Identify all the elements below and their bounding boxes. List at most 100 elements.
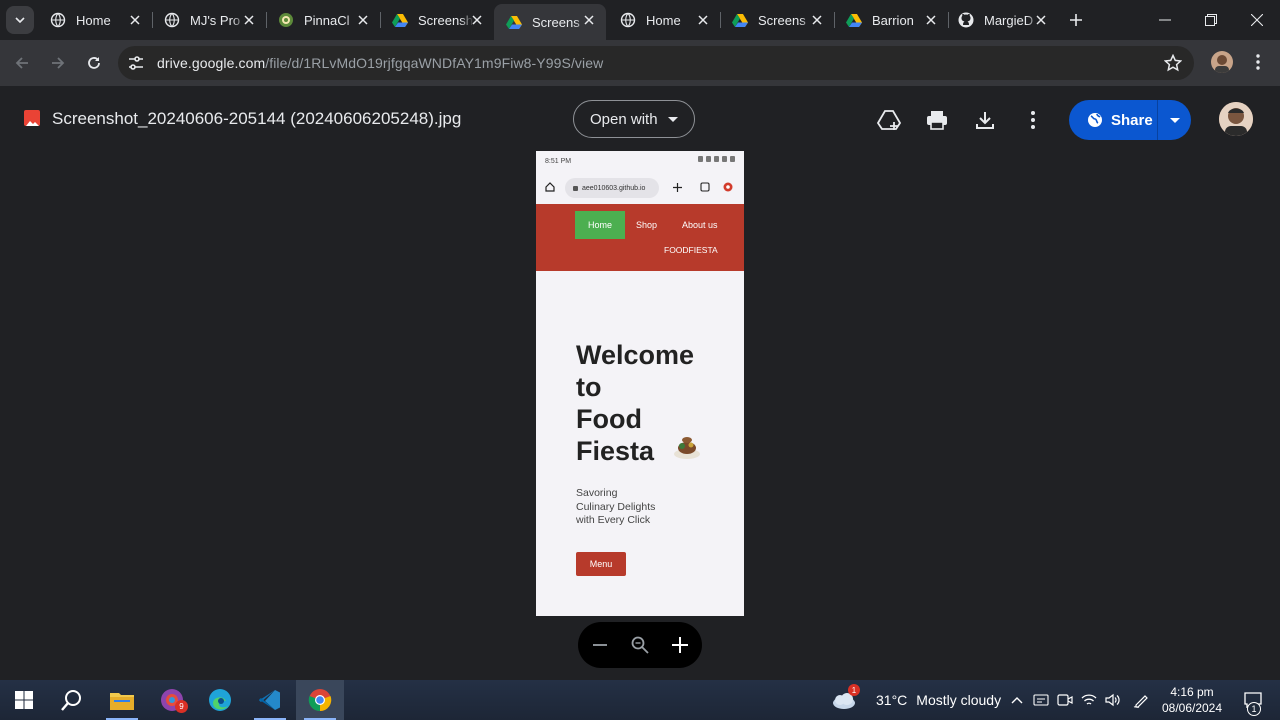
- chrome-button[interactable]: [296, 680, 344, 720]
- url-domain: drive.google.com: [157, 55, 266, 71]
- wifi-icon: [1081, 694, 1097, 705]
- network-button[interactable]: [1077, 680, 1101, 720]
- back-button[interactable]: [8, 49, 36, 77]
- speaker-icon: [1105, 693, 1120, 707]
- pen-menu-button[interactable]: [1129, 680, 1153, 720]
- tab-mjs-pro[interactable]: MJ's Pro: [152, 4, 266, 36]
- meet-now-button[interactable]: [1053, 680, 1077, 720]
- close-icon[interactable]: [696, 13, 710, 27]
- chevron-up-icon: [1011, 697, 1023, 704]
- hero-line: Welcome: [576, 340, 695, 370]
- zoom-reset-button[interactable]: [628, 633, 652, 657]
- system-clock[interactable]: 4:16 pm 08/06/2024: [1160, 684, 1224, 716]
- phone-url-bar: aee010603.github.io: [565, 178, 659, 198]
- caret-down-icon: [668, 117, 678, 122]
- notification-count-badge: 1: [1247, 702, 1261, 716]
- vscode-button[interactable]: [246, 680, 294, 720]
- search-button[interactable]: [48, 680, 96, 720]
- share-main[interactable]: Share: [1069, 100, 1157, 140]
- tab-search-button[interactable]: [6, 6, 34, 34]
- printer-icon: [927, 111, 947, 130]
- close-window-button[interactable]: [1234, 0, 1280, 40]
- forward-button[interactable]: [44, 49, 72, 77]
- phone-status-bar: 8:51 PM: [536, 151, 744, 171]
- windows-taskbar: 9 1 31°C Mostly cloudy 4:16 pm 08/06/202…: [0, 680, 1280, 720]
- tab-pinnacle[interactable]: PinnaCl: [266, 4, 380, 36]
- restore-button[interactable]: [1188, 0, 1234, 40]
- hero-line: to: [576, 372, 602, 402]
- start-button[interactable]: [0, 680, 48, 720]
- weather-widget[interactable]: 1 31°C Mostly cloudy: [830, 680, 1001, 720]
- pen-icon: [1133, 695, 1148, 708]
- browser-menu-button[interactable]: [1250, 51, 1266, 73]
- share-label: Share: [1111, 111, 1153, 129]
- account-avatar[interactable]: [1219, 102, 1253, 136]
- open-with-button[interactable]: Open with: [573, 100, 695, 138]
- add-shortcut-button[interactable]: [875, 106, 903, 134]
- extension-icon: [721, 180, 735, 194]
- close-icon[interactable]: [356, 13, 370, 27]
- file-name: Screenshot_20240606-205144 (202406062052…: [52, 109, 462, 128]
- browser-toolbar: drive.google.com/file/d/1RLvMdO19rjfgqaW…: [0, 40, 1280, 86]
- minimize-button[interactable]: [1142, 0, 1188, 40]
- tab-screenshot-2[interactable]: Screens: [720, 4, 834, 36]
- drive-file-viewer: Screenshot_20240606-205144 (202406062052…: [0, 86, 1280, 680]
- arrow-left-icon: [15, 57, 28, 69]
- chevron-down-icon: [15, 17, 25, 23]
- drive-icon: [392, 12, 408, 28]
- weather-description: Mostly cloudy: [916, 692, 1002, 708]
- phone-browser-bar: aee010603.github.io: [536, 171, 744, 204]
- close-icon[interactable]: [1034, 13, 1048, 27]
- drive-add-icon: [877, 110, 901, 130]
- new-tab-button[interactable]: [1064, 8, 1088, 32]
- phone-url-text: aee010603.github.io: [582, 184, 646, 192]
- more-actions-button[interactable]: [1019, 106, 1047, 134]
- zoom-controls: [578, 622, 702, 668]
- phone-status-time: 8:51 PM: [545, 157, 572, 165]
- site-settings-icon[interactable]: [128, 56, 148, 70]
- tab-home-2[interactable]: Home: [608, 4, 720, 36]
- close-icon[interactable]: [242, 13, 256, 27]
- print-button[interactable]: [923, 106, 951, 134]
- app-badge: 9: [175, 700, 188, 713]
- show-hidden-icons-button[interactable]: [1005, 680, 1029, 720]
- keyboard-language-button[interactable]: [1029, 680, 1053, 720]
- nav-home: Home: [575, 211, 625, 239]
- share-dropdown-button[interactable]: [1158, 100, 1191, 140]
- github-icon: [958, 12, 974, 28]
- profile-avatar[interactable]: [1211, 51, 1233, 73]
- search-icon: [61, 690, 81, 711]
- tab-screenshot-active[interactable]: Screens: [494, 4, 606, 40]
- url-text: drive.google.com/file/d/1RLvMdO19rjfgqaW…: [157, 55, 603, 71]
- zoom-in-button[interactable]: [668, 633, 692, 657]
- tab-home-1[interactable]: Home: [38, 4, 152, 36]
- zoom-out-button[interactable]: [588, 633, 612, 657]
- volume-button[interactable]: [1101, 680, 1125, 720]
- hero-line: Food: [576, 404, 642, 434]
- file-explorer-button[interactable]: [98, 680, 146, 720]
- clock-time: 4:16 pm: [1170, 685, 1214, 699]
- close-icon[interactable]: [470, 13, 484, 27]
- viewer-header: Screenshot_20240606-205144 (202406062052…: [0, 86, 1280, 152]
- close-icon[interactable]: [582, 13, 596, 27]
- minus-icon: [593, 644, 607, 646]
- close-icon[interactable]: [810, 13, 824, 27]
- download-button[interactable]: [971, 106, 999, 134]
- drive-icon: [506, 14, 522, 30]
- tab-screenshot-1[interactable]: Screensh: [380, 4, 494, 36]
- food-image: [672, 434, 702, 462]
- restore-icon: [1205, 14, 1217, 26]
- edge-button[interactable]: [196, 680, 244, 720]
- tab-barrion[interactable]: Barrion: [834, 4, 948, 36]
- close-icon[interactable]: [128, 13, 142, 27]
- bookmark-star-icon[interactable]: [1163, 53, 1183, 77]
- close-icon[interactable]: [924, 13, 938, 27]
- tab-github[interactable]: MargieD: [946, 4, 1058, 36]
- globe-icon: [164, 12, 180, 28]
- reload-button[interactable]: [80, 49, 108, 77]
- share-button[interactable]: Share: [1069, 100, 1191, 140]
- menu-button: Menu: [576, 552, 626, 576]
- chrome-profile-app-button[interactable]: 9: [148, 680, 196, 720]
- lock-icon: [573, 185, 578, 191]
- address-bar[interactable]: drive.google.com/file/d/1RLvMdO19rjfgqaW…: [118, 46, 1194, 80]
